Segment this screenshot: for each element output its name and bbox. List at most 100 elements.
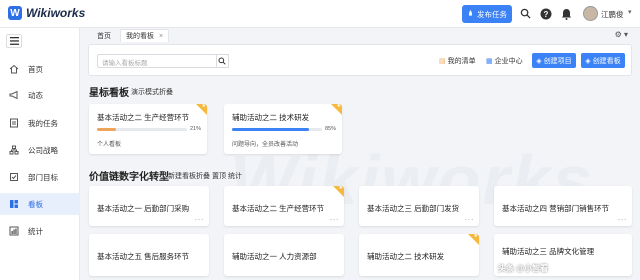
- board-card[interactable]: 辅助活动之一 人力资源部: [224, 234, 344, 276]
- enterprise-center-label: 企业中心: [494, 58, 523, 65]
- card-subtitle: 个人看板: [97, 142, 122, 148]
- my-list-link[interactable]: ▤ 我的清单: [439, 56, 476, 66]
- card-title: 基本活动之五 售后服务环节: [97, 252, 190, 261]
- progress-percent: 21%: [190, 126, 202, 132]
- progress-bar: [97, 128, 187, 131]
- starred-board-card[interactable]: ★ 基本活动之二 生产经营环节 21% 个人看板: [89, 104, 207, 154]
- sidebar-item-stats[interactable]: 统计: [0, 220, 80, 242]
- sidebar-item-strategy[interactable]: 公司战略: [0, 139, 80, 161]
- rocket-icon: [467, 9, 474, 19]
- enterprise-center-link[interactable]: ▦ 企业中心: [486, 56, 523, 66]
- card-title: 基本活动之一 后勤部门采购: [97, 204, 190, 213]
- home-icon: [8, 63, 20, 75]
- chevron-down-icon[interactable]: ▾: [628, 8, 632, 16]
- sidebar-item-dept-goals[interactable]: 部门目标: [0, 166, 80, 188]
- logo-mark: W: [8, 6, 22, 20]
- menu-toggle-button[interactable]: [6, 34, 22, 48]
- board-card[interactable]: 基本活动之五 售后服务环节: [89, 234, 209, 276]
- search-input[interactable]: 请输入看板标题: [97, 54, 217, 68]
- more-icon[interactable]: ···: [330, 215, 340, 224]
- stats-icon: [8, 225, 20, 237]
- card-subtitle: 问题导向，全员改善活动: [232, 142, 299, 148]
- tab-strip: 首页 我的看板 × ⚙ ▾: [88, 29, 632, 43]
- new-board-link[interactable]: 新建看板: [168, 171, 196, 181]
- sidebar: 首页 动态 我的任务 公司战略 部门目标 看板 统计: [0, 28, 80, 280]
- value-chain-section-title: 价值链数字化转型: [89, 172, 169, 183]
- collapse-link[interactable]: 折叠: [159, 87, 173, 97]
- card-title: 辅助活动之二 技术研发: [367, 252, 445, 261]
- cube-icon: ◈: [536, 57, 542, 65]
- create-board-button[interactable]: ◈ 创建看板: [581, 53, 625, 68]
- grid-icon: ▦: [486, 58, 493, 65]
- target-icon: [8, 171, 20, 183]
- board-add-icon: ◈: [585, 57, 591, 65]
- app-name: Wikiworks: [26, 6, 86, 20]
- card-title: 辅助活动之三 品牌文化管理: [502, 247, 595, 256]
- board-card[interactable]: 基本活动之三 后勤部门发货 ···: [359, 186, 479, 226]
- strategy-icon: [8, 144, 20, 156]
- progress-bar: [232, 128, 322, 131]
- sidebar-item-board[interactable]: 看板: [0, 193, 80, 215]
- publish-task-label: 发布任务: [477, 9, 507, 19]
- card-title: 辅助活动之二 技术研发: [232, 113, 310, 122]
- hamburger-icon: [9, 37, 19, 45]
- card-title: 基本活动之四 营销部门销售环节: [502, 204, 610, 213]
- pin-top-link[interactable]: 置顶: [212, 171, 226, 181]
- card-title: 基本活动之二 生产经营环节: [232, 204, 325, 213]
- progress-percent: 85%: [325, 126, 337, 132]
- board-card[interactable]: 基本活动之一 后勤部门采购 ···: [89, 186, 209, 226]
- bell-icon[interactable]: [560, 7, 573, 20]
- my-list-label: 我的清单: [447, 58, 476, 65]
- sidebar-item-label: 首页: [28, 64, 43, 74]
- tab-my-board[interactable]: 我的看板 ×: [120, 29, 170, 42]
- search-icon[interactable]: [519, 7, 532, 20]
- app-logo[interactable]: W Wikiworks: [8, 6, 85, 20]
- board-icon: [8, 198, 20, 210]
- user-name[interactable]: 江鹏俊: [601, 9, 624, 20]
- starred-board-card[interactable]: ★ 辅助活动之二 技术研发 85% 问题导向，全员改善活动: [224, 104, 342, 154]
- svg-text:?: ?: [543, 10, 548, 19]
- more-icon[interactable]: ···: [195, 215, 205, 224]
- more-icon[interactable]: ···: [618, 215, 628, 224]
- sidebar-item-label: 我的任务: [28, 118, 58, 128]
- collapse-link[interactable]: 折叠: [196, 171, 210, 181]
- watermark-credit: 头条 @小智看: [498, 264, 549, 273]
- sidebar-item-home[interactable]: 首页: [0, 58, 80, 80]
- star-icon: ★: [336, 104, 341, 109]
- create-project-button[interactable]: ◈ 创建项目: [532, 53, 576, 68]
- progress-fill: [97, 128, 116, 131]
- task-icon: [8, 117, 20, 129]
- board-card[interactable]: ★ 辅助活动之二 技术研发: [359, 234, 479, 276]
- progress-fill: [232, 128, 309, 131]
- sidebar-item-label: 公司战略: [28, 145, 58, 155]
- card-title: 辅助活动之一 人力资源部: [232, 252, 317, 261]
- star-icon: ★: [201, 104, 206, 109]
- board-card[interactable]: 基本活动之四 营销部门销售环节 ···: [494, 186, 632, 226]
- board-toolbar: 请输入看板标题 ▤ 我的清单 ▦ 企业中心 ◈ 创建项目 ◈ 创建看板: [88, 44, 632, 76]
- tab-label: 我的看板: [126, 33, 154, 40]
- more-icon[interactable]: ···: [465, 215, 475, 224]
- card-title: 基本活动之二 生产经营环节: [97, 113, 190, 122]
- sidebar-item-label: 部门目标: [28, 172, 58, 182]
- board-card[interactable]: ★ 基本活动之二 生产经营环节 ···: [224, 186, 344, 226]
- sidebar-item-label: 统计: [28, 226, 43, 236]
- demo-mode-link[interactable]: 演示模式: [131, 87, 159, 97]
- search-button[interactable]: [216, 54, 229, 68]
- sidebar-item-label: 看板: [28, 199, 43, 209]
- help-icon[interactable]: ?: [539, 7, 552, 20]
- tab-home[interactable]: 首页: [92, 29, 116, 42]
- stats-link[interactable]: 统计: [228, 171, 242, 181]
- tab-settings-icon[interactable]: ⚙ ▾: [615, 30, 628, 39]
- star-icon: ★: [473, 234, 478, 239]
- sidebar-item-my-tasks[interactable]: 我的任务: [0, 112, 80, 134]
- close-icon[interactable]: ×: [159, 33, 163, 40]
- sidebar-item-label: 动态: [28, 90, 43, 100]
- tab-label: 首页: [97, 32, 111, 40]
- top-bar: W Wikiworks 发布任务 ? 江鹏俊 ▾: [0, 0, 640, 28]
- sidebar-item-activity[interactable]: 动态: [0, 84, 80, 106]
- card-title: 基本活动之三 后勤部门发货: [367, 204, 460, 213]
- megaphone-icon: [8, 89, 20, 101]
- publish-task-button[interactable]: 发布任务: [462, 5, 512, 23]
- create-board-label: 创建看板: [592, 57, 621, 65]
- avatar[interactable]: [583, 6, 598, 21]
